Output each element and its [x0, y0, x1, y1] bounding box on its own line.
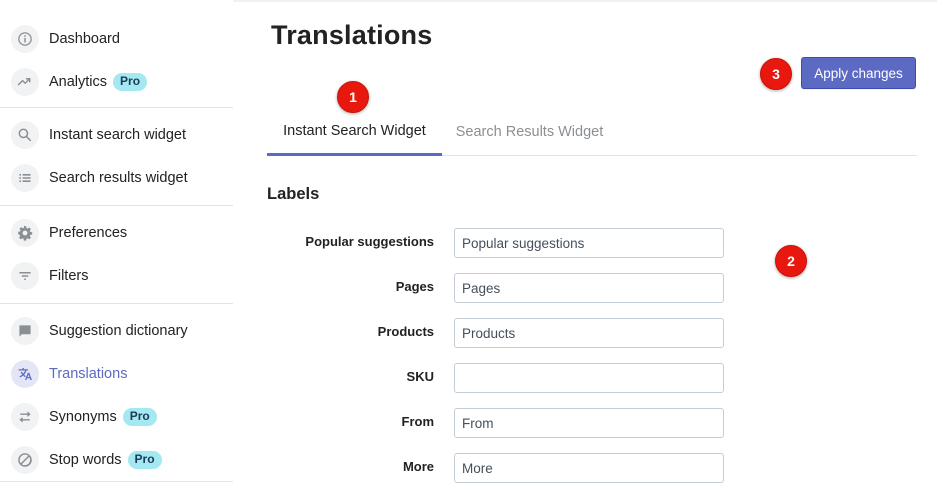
filter-icon [11, 261, 39, 290]
page-title: Translations [271, 20, 433, 50]
list-icon [11, 163, 39, 192]
sidebar-item-suggestion-dictionary[interactable]: Suggestion dictionary [0, 309, 233, 352]
field-label: SKU [406, 369, 434, 384]
main-content: Translations Apply changes Instant Searc… [267, 0, 917, 490]
annotation-marker-3: 3 [760, 58, 792, 90]
sidebar-item-label: Synonyms [49, 408, 117, 425]
from-input[interactable] [454, 408, 724, 438]
search-icon [11, 120, 39, 149]
annotation-marker-1: 1 [337, 81, 369, 113]
field-label: Popular suggestions [305, 234, 434, 249]
sidebar-item-label: Stop words [49, 451, 122, 468]
sidebar-item-preferences[interactable]: Preferences [0, 211, 233, 254]
pro-badge: Pro [127, 450, 162, 469]
block-icon [11, 445, 39, 474]
nav-group-widgets: Instant search widget Search results wid… [0, 108, 233, 206]
sidebar-item-analytics[interactable]: Analytics Pro [0, 60, 233, 103]
apply-changes-button[interactable]: Apply changes [801, 57, 916, 89]
form-row-pages: Pages [267, 273, 727, 303]
sidebar-item-label: Preferences [49, 224, 128, 241]
sidebar: Dashboard Analytics Pro Instant search w… [0, 0, 233, 490]
sku-input[interactable] [454, 363, 724, 393]
more-input[interactable] [454, 453, 724, 483]
gear-icon [11, 218, 39, 247]
tab-search-results-widget[interactable]: Search Results Widget [442, 108, 617, 156]
products-input[interactable] [454, 318, 724, 348]
field-label: More [402, 459, 434, 474]
tab-instant-search-widget[interactable]: Instant Search Widget [267, 108, 442, 156]
form-row-more: More [267, 453, 727, 483]
sidebar-item-label: Search results widget [49, 169, 188, 186]
sidebar-item-label: Suggestion dictionary [49, 322, 188, 339]
pages-input[interactable] [454, 273, 724, 303]
info-icon [11, 24, 39, 53]
form-row-from: From [267, 408, 727, 438]
form-row-sku: SKU [267, 363, 727, 393]
translate-icon [11, 359, 39, 388]
section-title-labels: Labels [267, 185, 320, 203]
sidebar-item-translations[interactable]: Translations [0, 352, 233, 395]
nav-group-settings: Preferences Filters [0, 206, 233, 304]
sidebar-item-instant-search-widget[interactable]: Instant search widget [0, 113, 233, 156]
nav-group-overview: Dashboard Analytics Pro [0, 17, 233, 108]
field-label: Pages [395, 279, 434, 294]
nav-group-content: Suggestion dictionary Translations Synon… [0, 304, 233, 482]
sidebar-item-label: Dashboard [49, 30, 120, 47]
chat-icon [11, 316, 39, 345]
widget-tabs: Instant Search Widget Search Results Wid… [267, 108, 917, 156]
field-label: Products [377, 324, 434, 339]
trend-icon [11, 67, 39, 96]
sidebar-item-dashboard[interactable]: Dashboard [0, 17, 233, 60]
sidebar-item-label: Filters [49, 267, 89, 284]
form-row-products: Products [267, 318, 727, 348]
sidebar-item-label: Analytics [49, 73, 108, 90]
sidebar-item-search-results-widget[interactable]: Search results widget [0, 156, 233, 199]
popular-suggestions-input[interactable] [454, 228, 724, 258]
sidebar-item-filters[interactable]: Filters [0, 254, 233, 297]
sidebar-item-label: Instant search widget [49, 126, 187, 143]
field-label: From [401, 414, 435, 429]
pro-badge: Pro [113, 72, 148, 91]
sidebar-item-label: Translations [49, 365, 128, 382]
sidebar-item-synonyms[interactable]: Synonyms Pro [0, 395, 233, 438]
pro-badge: Pro [122, 407, 157, 426]
form-row-popular-suggestions: Popular suggestions [267, 228, 727, 258]
annotation-marker-2: 2 [775, 245, 807, 277]
swap-icon [11, 402, 39, 431]
sidebar-item-stop-words[interactable]: Stop words Pro [0, 438, 233, 481]
